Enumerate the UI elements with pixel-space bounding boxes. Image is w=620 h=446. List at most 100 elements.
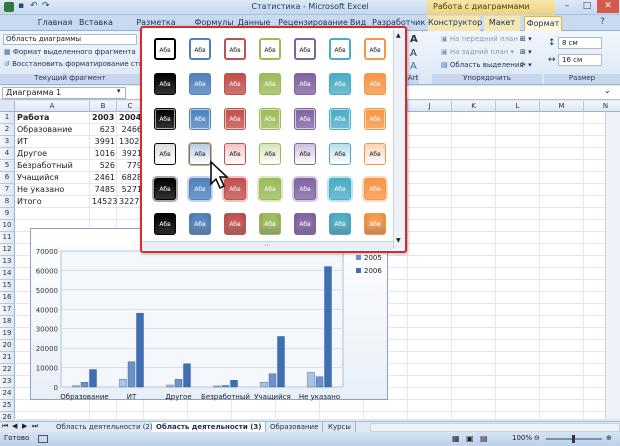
text-outline-icon[interactable]: A <box>410 48 417 59</box>
row-header[interactable]: 15 <box>0 280 15 292</box>
bring-forward-button[interactable]: ▣ На передний план ▾ <box>441 35 524 43</box>
table-cell[interactable]: ИТ <box>15 136 90 148</box>
shape-style-swatch[interactable]: Абв <box>154 108 176 130</box>
shape-style-swatch[interactable]: Абв <box>329 73 351 95</box>
help-icon[interactable]: ? <box>600 17 605 27</box>
shape-style-swatch[interactable]: Абв <box>189 213 211 235</box>
table-cell[interactable]: 526 <box>90 160 117 172</box>
column-header[interactable]: N <box>584 101 620 112</box>
shape-style-swatch[interactable]: Абв <box>224 38 246 60</box>
shape-style-swatch[interactable]: Абв <box>364 38 386 60</box>
width-input[interactable]: 16 см <box>558 54 602 66</box>
table-cell[interactable]: Другое <box>15 148 90 160</box>
horizontal-scrollbar[interactable] <box>370 423 620 432</box>
row-header[interactable]: 13 <box>0 256 15 268</box>
table-cell[interactable]: 14523 <box>90 196 117 208</box>
group-icon[interactable]: ⊞ ▾ <box>520 48 532 56</box>
shape-style-swatch[interactable]: Абв <box>329 108 351 130</box>
bar[interactable] <box>213 385 221 388</box>
table-cell[interactable]: Работа <box>15 112 90 124</box>
row-header[interactable]: 24 <box>0 388 15 400</box>
shape-style-swatch[interactable]: Абв <box>154 73 176 95</box>
shape-style-swatch[interactable]: Абв <box>294 143 316 165</box>
select-all-corner[interactable] <box>0 101 15 112</box>
zoom-out-icon[interactable]: ⊖ <box>534 432 540 445</box>
row-header[interactable]: 25 <box>0 400 15 412</box>
zoom-level[interactable]: 100% <box>512 432 532 445</box>
shape-style-swatch[interactable]: Абв <box>189 178 211 200</box>
gallery-resize-handle[interactable]: ⋯ <box>142 241 393 250</box>
shape-style-swatch[interactable]: Абв <box>329 213 351 235</box>
shape-style-swatch[interactable]: Абв <box>329 178 351 200</box>
table-cell[interactable]: Безработный <box>15 160 90 172</box>
bar[interactable] <box>72 385 80 388</box>
tab-design[interactable]: Конструктор <box>428 16 482 31</box>
column-header[interactable]: B <box>90 101 117 112</box>
height-input[interactable]: 8 см <box>558 37 602 49</box>
rotate-icon[interactable]: ⟳ ▾ <box>520 61 532 69</box>
bar[interactable] <box>174 379 183 388</box>
macro-record-icon[interactable] <box>38 435 48 443</box>
shape-style-swatch[interactable]: Абв <box>294 213 316 235</box>
shape-style-swatch[interactable]: Абв <box>329 38 351 60</box>
tab-format[interactable]: Формат <box>524 16 562 31</box>
shape-style-swatch[interactable]: Абв <box>224 213 246 235</box>
close-icon[interactable]: ✕ <box>597 0 619 13</box>
row-header[interactable]: 9 <box>0 208 15 220</box>
shape-style-swatch[interactable]: Абв <box>259 178 281 200</box>
row-header[interactable]: 19 <box>0 328 15 340</box>
bar[interactable] <box>119 379 127 388</box>
bar[interactable] <box>315 376 324 388</box>
text-fill-icon[interactable]: A <box>410 34 418 45</box>
normal-view-icon[interactable]: ▦ <box>452 432 460 445</box>
table-cell[interactable]: 7485 <box>90 184 117 196</box>
vertical-scrollbar[interactable] <box>605 112 620 419</box>
row-header[interactable]: 3 <box>0 136 15 148</box>
shape-style-swatch[interactable]: Абв <box>154 178 176 200</box>
shape-style-swatch[interactable]: Абв <box>364 143 386 165</box>
zoom-in-icon[interactable]: ⊕ <box>606 432 612 445</box>
bar[interactable] <box>136 312 144 388</box>
shape-style-swatch[interactable]: Абв <box>154 143 176 165</box>
shape-style-swatch[interactable]: Абв <box>224 73 246 95</box>
bar[interactable] <box>221 385 230 388</box>
row-header[interactable]: 22 <box>0 364 15 376</box>
reset-style-button[interactable]: ↺ Восстановить форматирование стиля <box>4 60 152 68</box>
shape-style-swatch[interactable]: Абв <box>224 108 246 130</box>
row-header[interactable]: 20 <box>0 340 15 352</box>
bar[interactable] <box>80 382 89 388</box>
shape-style-swatch[interactable]: Абв <box>189 108 211 130</box>
shape-style-swatch[interactable]: Абв <box>329 143 351 165</box>
shape-style-swatch[interactable]: Абв <box>259 213 281 235</box>
column-header[interactable]: J <box>408 101 452 112</box>
bar[interactable] <box>277 336 285 388</box>
table-cell[interactable]: Не указано <box>15 184 90 196</box>
shape-style-swatch[interactable]: Абв <box>189 38 211 60</box>
table-cell[interactable]: 2461 <box>90 172 117 184</box>
shape-style-swatch[interactable]: Абв <box>364 213 386 235</box>
table-cell[interactable]: Итого <box>15 196 90 208</box>
shape-style-swatch[interactable]: Абв <box>294 38 316 60</box>
selection-pane-button[interactable]: ▤ Область выделения <box>441 61 524 69</box>
legend-entry[interactable]: 2006 <box>364 267 382 275</box>
row-header[interactable]: 11 <box>0 232 15 244</box>
name-box[interactable]: Диаграмма 1 <box>2 87 126 99</box>
bar[interactable] <box>268 373 277 388</box>
row-header[interactable]: 4 <box>0 148 15 160</box>
scroll-down-icon[interactable]: ▼ <box>396 237 401 244</box>
shape-style-swatch[interactable]: Абв <box>259 143 281 165</box>
row-header[interactable]: 21 <box>0 352 15 364</box>
row-header[interactable]: 26 <box>0 412 15 419</box>
row-header[interactable]: 16 <box>0 292 15 304</box>
embedded-chart[interactable]: Ко 010000200003000040000500006000070000О… <box>30 228 388 401</box>
maximize-icon[interactable]: □ <box>576 0 598 13</box>
page-break-view-icon[interactable]: ▤ <box>480 432 488 445</box>
bar[interactable] <box>127 361 136 388</box>
expand-formula-icon[interactable]: ⌄ <box>604 86 611 95</box>
bar[interactable] <box>89 369 97 388</box>
column-header[interactable]: A <box>15 101 90 112</box>
row-header[interactable]: 1 <box>0 112 15 124</box>
sheet-last-icon[interactable]: ⏭ <box>32 422 38 431</box>
scroll-up-icon[interactable]: ▲ <box>396 32 401 39</box>
row-header[interactable]: 18 <box>0 316 15 328</box>
